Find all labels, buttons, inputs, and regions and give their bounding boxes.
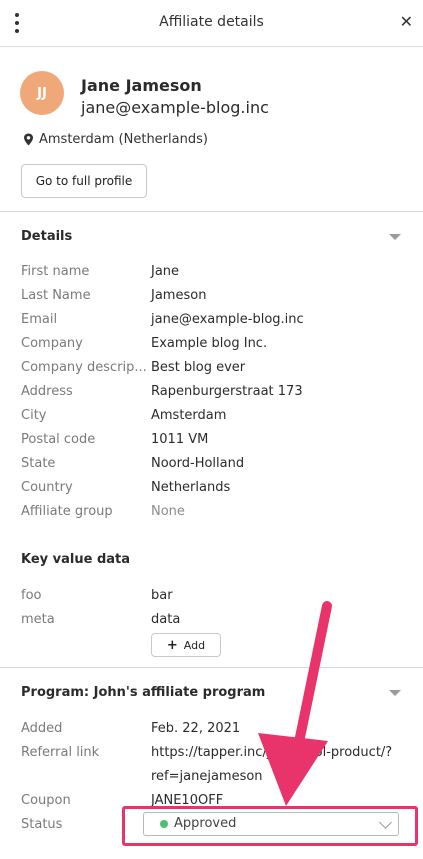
row-value-company: Example blog Inc. [151,336,268,351]
program-label-coupon: Coupon [21,793,71,808]
location-pin-icon [24,133,33,146]
referral-link-line-1[interactable]: https://tapper.inc/john-cool-product/? [151,745,392,760]
affiliate-email: jane@example-blog.inc [81,98,269,117]
chevron-down-icon [379,816,392,829]
kv-value-foo: bar [151,588,173,603]
row-label-company: Company [21,336,83,351]
row-label-postal-code: Postal code [21,432,96,447]
location: Amsterdam (Netherlands) [23,132,208,147]
avatar: JJ [20,71,64,115]
program-value-coupon: JANE10OFF [151,793,224,808]
row-value-city: Amsterdam [151,408,227,423]
row-label-last-name: Last Name [21,288,91,303]
panel-title: Affiliate details [159,14,264,30]
row-value-email: jane@example-blog.inc [151,312,304,327]
row-value-affiliate-group: None [151,504,185,519]
status-dot-icon [160,820,168,828]
program-label-referral-link: Referral link [21,745,100,760]
go-to-full-profile-button[interactable]: Go to full profile [21,164,147,198]
details-collapse-chevron-icon[interactable] [389,234,401,240]
program-value-added: Feb. 22, 2021 [151,721,241,736]
row-value-address: Rapenburgerstraat 173 [151,384,303,399]
add-key-value-button[interactable]: + Add [151,633,221,657]
profile-card: JJ Jane Jameson jane@example-blog.inc Am… [0,47,423,212]
status-select-value: Approved [174,816,237,831]
key-value-section-title: Key value data [21,552,131,567]
referral-link-line-2[interactable]: ref=janejameson [151,769,263,784]
row-label-state: State [21,456,56,471]
row-label-company-description: Company descrip... [21,360,147,375]
program-collapse-chevron-icon[interactable] [389,690,401,696]
row-value-country: Netherlands [151,480,231,495]
row-label-address: Address [21,384,73,399]
row-label-first-name: First name [21,264,90,279]
panel-header: Affiliate details ✕ [0,0,423,47]
row-label-country: Country [21,480,73,495]
row-label-city: City [21,408,47,423]
row-label-email: Email [21,312,58,327]
program-label-added: Added [21,721,63,736]
location-text: Amsterdam (Netherlands) [39,132,208,147]
add-button-label: Add [183,638,206,652]
row-value-first-name: Jane [151,264,180,279]
row-value-last-name: Jameson [151,288,207,303]
program-label-status: Status [21,817,63,832]
row-value-state: Noord-Holland [151,456,245,471]
kv-label-meta: meta [21,612,55,627]
row-value-company-description: Best blog ever [151,360,246,375]
row-value-postal-code: 1011 VM [151,432,209,447]
section-divider [0,667,423,668]
plus-icon: + [166,637,178,653]
row-label-affiliate-group: Affiliate group [21,504,113,519]
kv-label-foo: foo [21,588,42,603]
close-icon[interactable]: ✕ [400,12,413,31]
affiliate-name: Jane Jameson [81,76,202,95]
details-section-title: Details [21,229,73,244]
program-section-title: Program: John's affiliate program [21,685,266,700]
kv-value-meta: data [151,612,181,627]
status-select[interactable]: Approved [143,812,399,836]
